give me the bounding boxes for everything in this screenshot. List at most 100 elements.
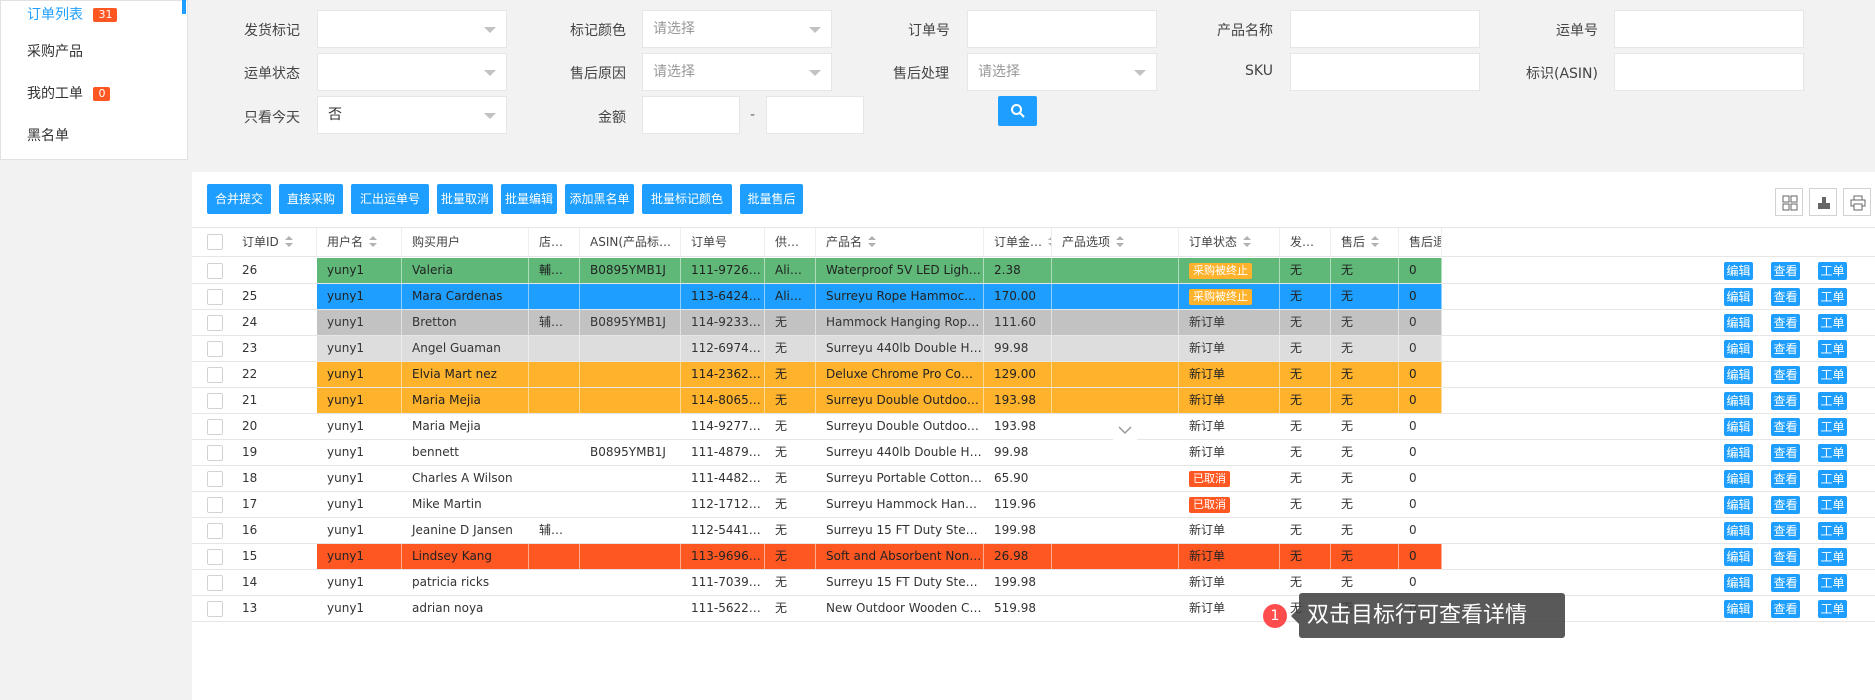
table-row[interactable]: 20 yuny1 Maria Mejia 114-92772… 无 Surreyu Dou… [192, 414, 1875, 440]
view-button[interactable]: 查看 [1771, 444, 1800, 462]
table-row[interactable]: 14 yuny1 patricia ricks 111-70396… 无 Surreyu … [192, 570, 1875, 596]
today-only-select[interactable]: 否 [317, 96, 507, 134]
row-checkbox[interactable] [207, 471, 223, 487]
view-button[interactable]: 查看 [1771, 548, 1800, 566]
sidebar-item-blacklist[interactable]: 黑名单 [1, 115, 187, 157]
add-blacklist-button[interactable]: 添加黑名单 [565, 184, 634, 214]
view-button[interactable]: 查看 [1771, 366, 1800, 384]
sidebar-scrollbar[interactable] [182, 0, 186, 14]
amount-max-input[interactable] [766, 96, 864, 134]
edit-button[interactable]: 编辑 [1724, 444, 1753, 462]
column-header-aftersale[interactable]: 售后 [1331, 228, 1399, 257]
table-row[interactable]: 21 yuny1 Maria Mejia 114-80652… 无 Surreyu Dou… [192, 388, 1875, 414]
ticket-button[interactable]: 工单 [1818, 574, 1847, 592]
ship-status-select[interactable] [317, 53, 507, 91]
row-checkbox[interactable] [207, 549, 223, 565]
row-checkbox[interactable] [207, 419, 223, 435]
row-checkbox[interactable] [207, 601, 223, 617]
edit-button[interactable]: 编辑 [1724, 522, 1753, 540]
product-name-input[interactable] [1290, 10, 1480, 48]
direct-purchase-button[interactable]: 直接采购 [279, 184, 343, 214]
mark-color-select[interactable]: 请选择 [642, 10, 832, 48]
view-button[interactable]: 查看 [1771, 314, 1800, 332]
export-tracking-button[interactable]: 汇出运单号 [351, 184, 429, 214]
sort-icon[interactable] [369, 236, 378, 248]
sku-input[interactable] [1290, 53, 1480, 91]
ticket-button[interactable]: 工单 [1818, 288, 1847, 306]
table-row[interactable]: 22 yuny1 Elvia Mart nez 114-23624… 无 Deluxe C… [192, 362, 1875, 388]
sort-icon[interactable] [1371, 236, 1380, 248]
sort-icon[interactable] [1243, 236, 1252, 248]
table-row[interactable]: 13 yuny1 adrian noya 111-56229… 无 New Outdoor… [192, 596, 1875, 622]
table-row[interactable]: 24 yuny1 Bretton 辅… B0895YMB1J 114-92335… 无 Ham… [192, 310, 1875, 336]
edit-button[interactable]: 编辑 [1724, 600, 1753, 618]
batch-cancel-button[interactable]: 批量取消 [437, 184, 493, 214]
row-checkbox[interactable] [207, 289, 223, 305]
aftersale-reason-select[interactable]: 请选择 [642, 53, 832, 91]
edit-button[interactable]: 编辑 [1724, 548, 1753, 566]
row-expand-toggle[interactable] [1113, 419, 1137, 441]
table-row[interactable]: 15 yuny1 Lindsey Kang 113-96964… 无 Soft and A… [192, 544, 1875, 570]
view-button[interactable]: 查看 [1771, 574, 1800, 592]
edit-button[interactable]: 编辑 [1724, 340, 1753, 358]
column-header-options[interactable]: 产品选项 [1052, 228, 1179, 257]
view-button[interactable]: 查看 [1771, 262, 1800, 280]
column-header-product[interactable]: 产品名 [816, 228, 984, 257]
ticket-button[interactable]: 工单 [1818, 418, 1847, 436]
export-toggle[interactable] [1809, 188, 1837, 216]
ticket-button[interactable]: 工单 [1818, 392, 1847, 410]
amount-min-input[interactable] [642, 96, 740, 134]
batch-aftersale-button[interactable]: 批量售后 [740, 184, 803, 214]
table-row[interactable]: 23 yuny1 Angel Guaman 112-69749… 无 Surreyu 44… [192, 336, 1875, 362]
edit-button[interactable]: 编辑 [1724, 366, 1753, 384]
aftersale-handling-select[interactable]: 请选择 [967, 53, 1157, 91]
sort-icon[interactable] [868, 236, 877, 248]
column-header-status[interactable]: 订单状态 [1179, 228, 1280, 257]
sidebar-item-purchase-products[interactable]: 采购产品 [1, 31, 187, 73]
column-header-id[interactable]: 订单ID [232, 228, 317, 257]
merge-submit-button[interactable]: 合并提交 [207, 184, 271, 214]
table-row[interactable]: 17 yuny1 Mike Martin 112-17125… 无 Surreyu Ham… [192, 492, 1875, 518]
column-header-user[interactable]: 用户名 [317, 228, 402, 257]
edit-button[interactable]: 编辑 [1724, 288, 1753, 306]
edit-button[interactable]: 编辑 [1724, 496, 1753, 514]
edit-button[interactable]: 编辑 [1724, 262, 1753, 280]
row-checkbox[interactable] [207, 445, 223, 461]
edit-button[interactable]: 编辑 [1724, 418, 1753, 436]
row-checkbox[interactable] [207, 575, 223, 591]
ticket-button[interactable]: 工单 [1818, 314, 1847, 332]
ticket-button[interactable]: 工单 [1818, 470, 1847, 488]
edit-button[interactable]: 编辑 [1724, 392, 1753, 410]
view-button[interactable]: 查看 [1771, 392, 1800, 410]
view-button[interactable]: 查看 [1771, 418, 1800, 436]
row-checkbox[interactable] [207, 341, 223, 357]
table-row[interactable]: 26 yuny1 Valeria 輔… B0895YMB1J 111-97267… Ali…… [192, 258, 1875, 284]
ticket-button[interactable]: 工单 [1818, 496, 1847, 514]
ticket-button[interactable]: 工单 [1818, 548, 1847, 566]
ticket-button[interactable]: 工单 [1818, 340, 1847, 358]
ship-mark-select[interactable] [317, 10, 507, 48]
edit-button[interactable]: 编辑 [1724, 470, 1753, 488]
ticket-button[interactable]: 工单 [1818, 444, 1847, 462]
edit-button[interactable]: 编辑 [1724, 574, 1753, 592]
sort-icon[interactable] [1116, 236, 1125, 248]
edit-button[interactable]: 编辑 [1724, 314, 1753, 332]
ticket-button[interactable]: 工单 [1818, 522, 1847, 540]
print-toggle[interactable] [1843, 188, 1871, 216]
columns-toggle[interactable] [1775, 188, 1803, 216]
view-button[interactable]: 查看 [1771, 340, 1800, 358]
table-row[interactable]: 16 yuny1 Jeanine D Jansen 辅… 112-54419… 无 Surr… [192, 518, 1875, 544]
column-header-amount[interactable]: 订单金… [984, 228, 1052, 257]
table-row[interactable]: 18 yuny1 Charles A Wilson 111-44828… 无 Surrey… [192, 466, 1875, 492]
sidebar-item-my-tickets[interactable]: 我的工单 0 [1, 73, 187, 115]
tracking-no-input[interactable] [1614, 10, 1804, 48]
ticket-button[interactable]: 工单 [1818, 366, 1847, 384]
search-button[interactable] [998, 96, 1037, 126]
view-button[interactable]: 查看 [1771, 522, 1800, 540]
order-no-input[interactable] [967, 10, 1157, 48]
row-checkbox[interactable] [207, 497, 223, 513]
row-checkbox[interactable] [207, 393, 223, 409]
view-button[interactable]: 查看 [1771, 288, 1800, 306]
view-button[interactable]: 查看 [1771, 600, 1800, 618]
table-row[interactable]: 19 yuny1 bennett B0895YMB1J 111-48797… 无 Surre… [192, 440, 1875, 466]
